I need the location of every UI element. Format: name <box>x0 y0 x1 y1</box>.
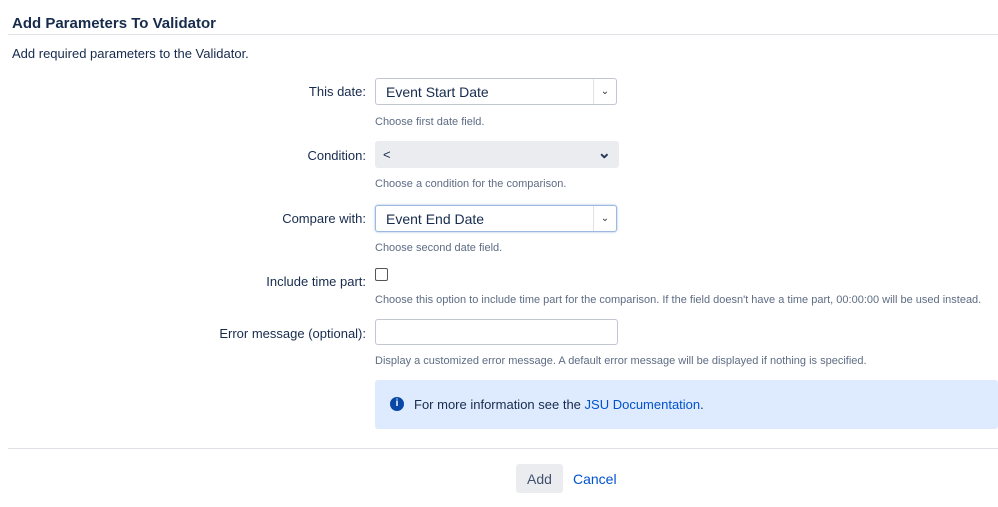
compare-with-select[interactable]: Event End Date ⌄ <box>375 205 617 232</box>
error-message-help: Display a customized error message. A de… <box>375 355 867 367</box>
condition-label: Condition: <box>307 148 366 163</box>
add-button[interactable]: Add <box>516 464 563 493</box>
page-title: Add Parameters To Validator <box>12 15 216 32</box>
compare-with-help: Choose second date field. <box>375 242 503 254</box>
info-message: i For more information see the JSU Docum… <box>375 380 998 429</box>
compare-with-value: Event End Date <box>386 211 485 227</box>
error-message-input[interactable] <box>375 319 618 345</box>
cancel-link[interactable]: Cancel <box>573 471 617 487</box>
this-date-select[interactable]: Event Start Date ⌄ <box>375 78 617 105</box>
page-description: Add required parameters to the Validator… <box>12 46 249 61</box>
include-time-checkbox[interactable] <box>375 268 388 281</box>
include-time-label: Include time part: <box>266 274 366 289</box>
error-message-label: Error message (optional): <box>219 326 366 341</box>
condition-select[interactable]: < ⌄ <box>375 141 619 168</box>
chevron-down-icon[interactable]: ⌄ <box>593 79 616 104</box>
this-date-help: Choose first date field. <box>375 116 485 128</box>
compare-with-label: Compare with: <box>282 211 366 226</box>
info-icon: i <box>390 397 404 411</box>
chevron-down-icon[interactable]: ⌄ <box>598 143 611 163</box>
info-text: For more information see the <box>414 397 585 412</box>
condition-help: Choose a condition for the comparison. <box>375 178 567 190</box>
condition-value: < <box>383 147 391 162</box>
divider <box>8 448 998 449</box>
this-date-label: This date: <box>308 84 366 99</box>
include-time-help: Choose this option to include time part … <box>375 294 982 306</box>
jsu-documentation-link[interactable]: JSU Documentation <box>585 397 701 412</box>
divider <box>8 34 998 35</box>
info-suffix: . <box>700 397 704 412</box>
chevron-down-icon[interactable]: ⌄ <box>593 206 616 231</box>
this-date-value: Event Start Date <box>386 84 489 100</box>
